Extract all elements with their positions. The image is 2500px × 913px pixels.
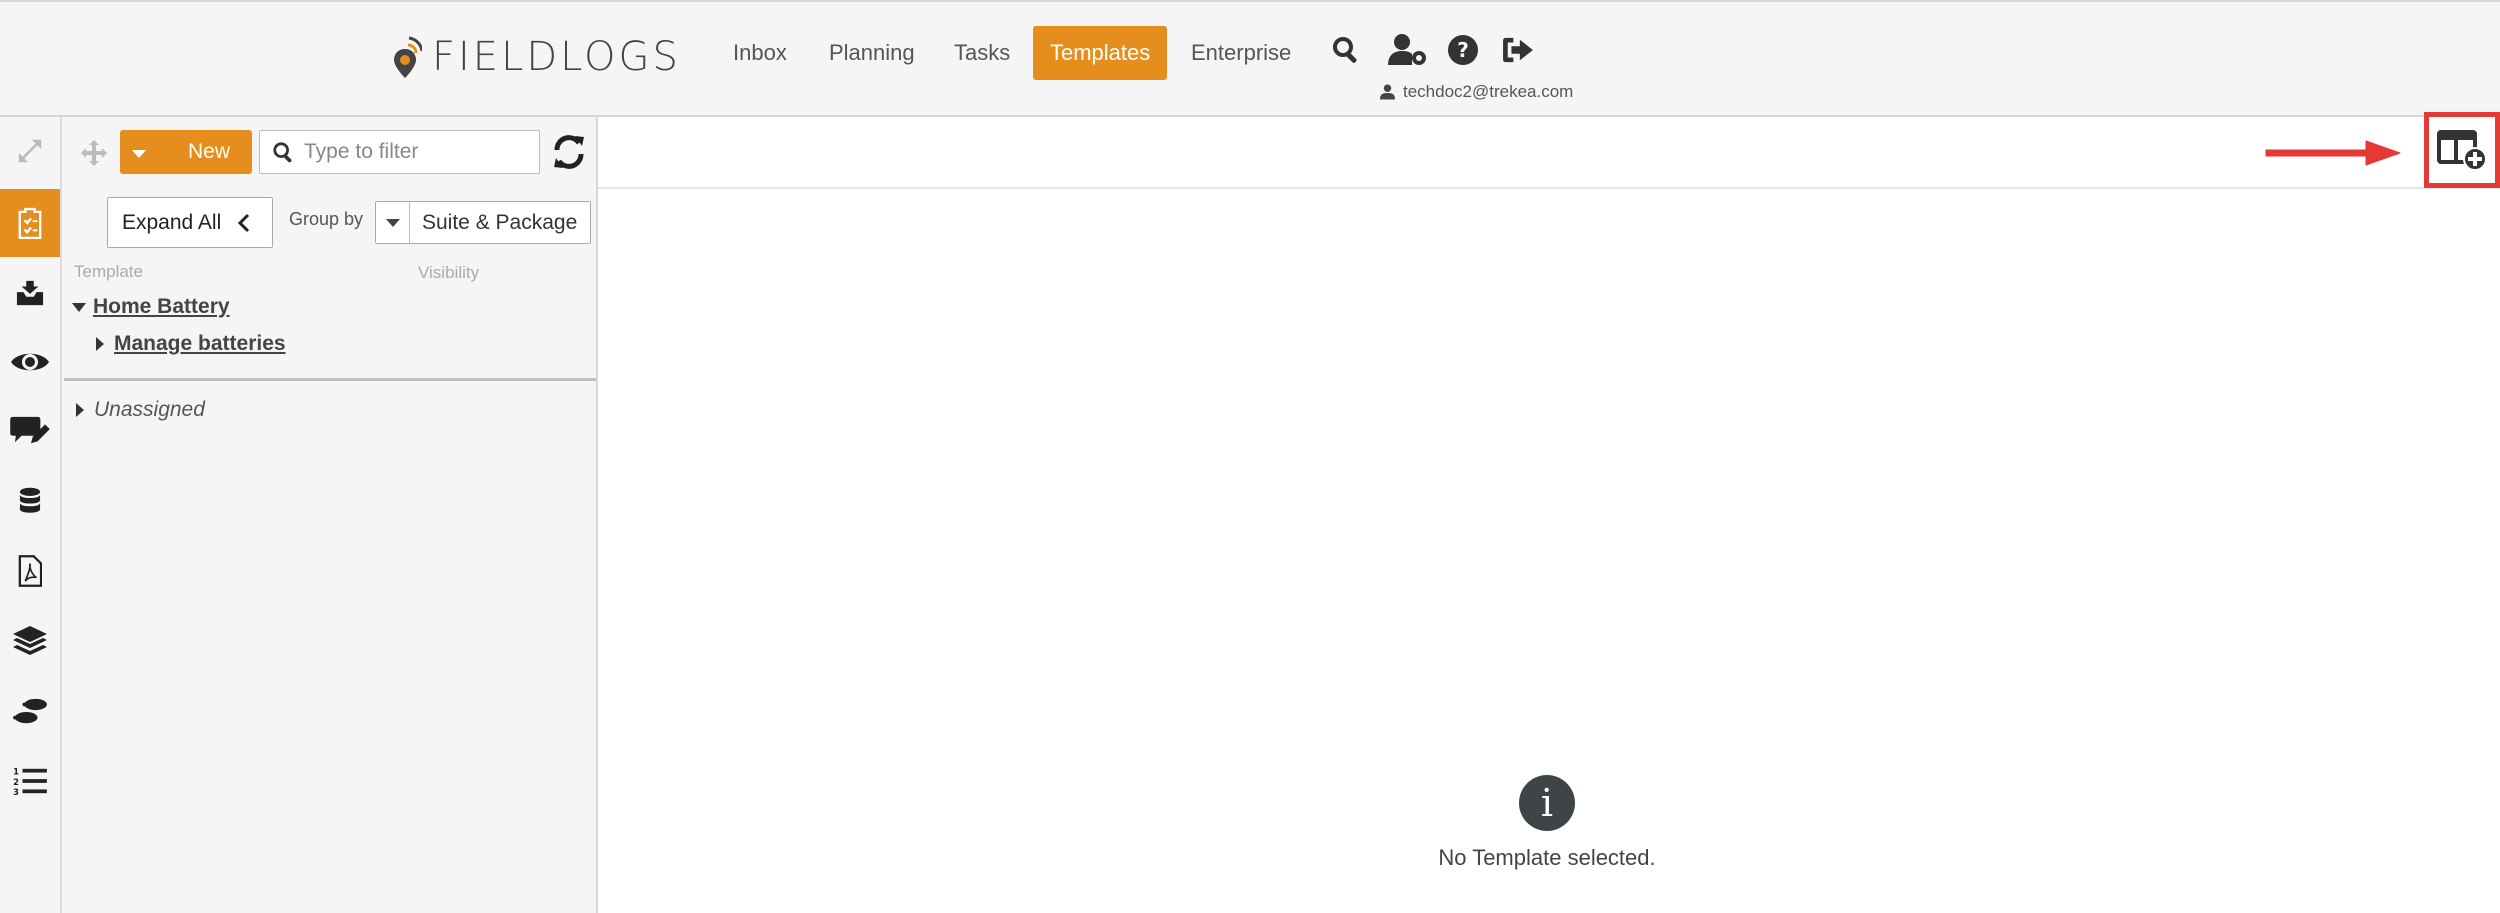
user-settings-icon[interactable] bbox=[1387, 30, 1429, 70]
svg-text:?: ? bbox=[1457, 38, 1469, 62]
add-layout-icon bbox=[2437, 130, 2487, 171]
filter-input[interactable] bbox=[304, 140, 534, 164]
svg-text:1: 1 bbox=[13, 766, 19, 776]
user-icon bbox=[1380, 84, 1395, 100]
footsteps-icon[interactable] bbox=[0, 677, 60, 745]
tree-suite-row[interactable]: Home Battery bbox=[72, 295, 230, 319]
nav-inbox[interactable]: Inbox bbox=[716, 26, 804, 80]
column-header-visibility: Visibility bbox=[418, 263, 480, 282]
caret-right-icon[interactable] bbox=[76, 403, 84, 417]
app-header: FIELDLOGS Inbox Planning Tasks Templates… bbox=[0, 0, 2500, 117]
nav-planning[interactable]: Planning bbox=[812, 26, 932, 80]
new-button[interactable]: New bbox=[120, 130, 252, 174]
unassigned-label: Unassigned bbox=[94, 398, 205, 421]
group-by-select[interactable]: Suite & Package bbox=[375, 201, 591, 244]
inbox-tray-icon[interactable] bbox=[0, 259, 60, 327]
numbered-list-icon[interactable]: 123 bbox=[0, 747, 60, 815]
location-signal-icon bbox=[394, 36, 422, 78]
database-icon[interactable] bbox=[0, 467, 60, 535]
nav-enterprise[interactable]: Enterprise bbox=[1174, 26, 1308, 80]
search-icon[interactable] bbox=[1328, 30, 1364, 70]
pdf-file-icon[interactable] bbox=[0, 537, 60, 605]
group-by-value: Suite & Package bbox=[422, 210, 578, 234]
eye-icon[interactable] bbox=[0, 328, 60, 396]
caret-down-icon bbox=[376, 202, 410, 243]
search-icon bbox=[273, 142, 292, 163]
group-by-label: Group by bbox=[289, 209, 364, 229]
icon-rail: 123 bbox=[0, 117, 62, 913]
caret-down-icon bbox=[132, 150, 146, 158]
empty-state-message: No Template selected. bbox=[1438, 845, 1656, 870]
info-icon: i bbox=[1519, 775, 1575, 831]
logo-text: FIELDLOGS bbox=[432, 34, 681, 80]
column-header-template: Template bbox=[74, 262, 143, 281]
caret-right-icon[interactable] bbox=[96, 337, 104, 351]
expand-all-label: Expand All bbox=[122, 210, 222, 234]
fieldlogs-logo[interactable]: FIELDLOGS bbox=[388, 32, 681, 82]
detail-toolbar bbox=[598, 117, 2500, 189]
expand-all-button[interactable]: Expand All bbox=[107, 197, 273, 248]
comment-edit-icon[interactable] bbox=[0, 397, 60, 465]
svg-text:3: 3 bbox=[13, 787, 19, 796]
current-user: techdoc2@trekea.com bbox=[1380, 82, 1573, 102]
logout-icon[interactable] bbox=[1500, 30, 1536, 70]
chevron-left-icon bbox=[238, 213, 250, 232]
caret-down-icon[interactable] bbox=[72, 302, 86, 312]
package-link[interactable]: Manage batteries bbox=[114, 332, 286, 356]
svg-text:2: 2 bbox=[13, 777, 19, 787]
filter-box[interactable] bbox=[259, 130, 540, 174]
suite-link[interactable]: Home Battery bbox=[93, 295, 230, 319]
clipboard-check-icon[interactable] bbox=[0, 189, 60, 257]
refresh-icon[interactable] bbox=[549, 132, 589, 172]
arrow-right-icon bbox=[2265, 140, 2401, 166]
layers-icon[interactable] bbox=[0, 607, 60, 675]
user-email: techdoc2@trekea.com bbox=[1403, 82, 1574, 101]
nav-templates[interactable]: Templates bbox=[1033, 26, 1168, 80]
help-icon[interactable]: ? bbox=[1445, 30, 1481, 70]
expand-arrows-icon[interactable] bbox=[0, 117, 60, 185]
template-panel: New Expand All Group by Suite & Package … bbox=[62, 117, 598, 913]
tree-package-row[interactable]: Manage batteries bbox=[96, 332, 286, 356]
add-layout-button[interactable] bbox=[2424, 112, 2500, 188]
tree-unassigned-row[interactable]: Unassigned bbox=[76, 398, 205, 422]
move-icon[interactable] bbox=[80, 139, 108, 167]
tree-divider bbox=[64, 378, 596, 381]
new-button-label: New bbox=[188, 140, 231, 163]
nav-tasks[interactable]: Tasks bbox=[937, 26, 1027, 80]
